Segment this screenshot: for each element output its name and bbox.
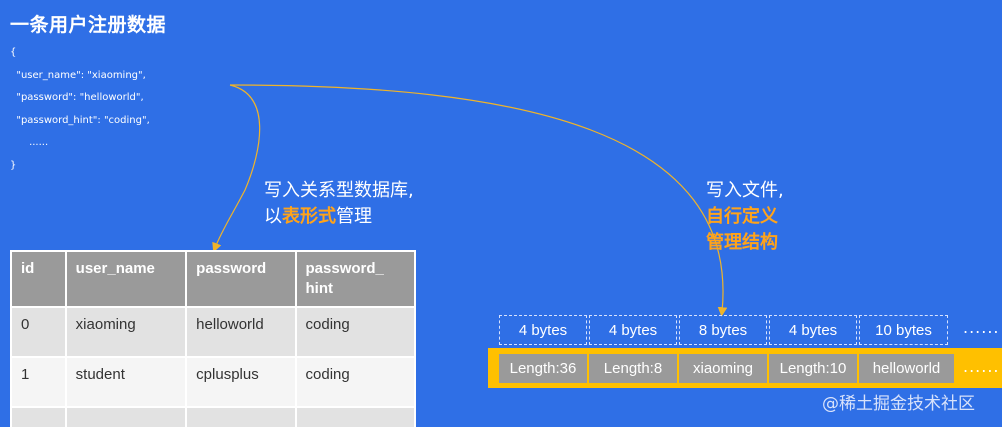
json-line: ......	[10, 137, 49, 148]
annotation-line: 写入关系型数据库,	[264, 180, 414, 201]
table-cell: ......	[185, 406, 297, 427]
record-cell: Length:36	[499, 354, 587, 383]
file-record-cells: Length:36 Length:8 xiaoming Length:10 he…	[499, 354, 956, 383]
record-cell: xiaoming	[679, 354, 767, 383]
annotation-highlight: 表形式	[282, 206, 336, 227]
column-header: password	[185, 250, 297, 308]
table-cell: ......	[10, 406, 67, 427]
json-sample: { "user_name": "xiaoming", "password": "…	[10, 42, 150, 177]
annotation-highlight: 管理结构	[706, 232, 778, 253]
json-line: }	[10, 159, 17, 171]
byte-size-label: 8 bytes	[679, 315, 767, 345]
column-header: id	[10, 250, 67, 308]
byte-size-more: ......	[963, 318, 1000, 337]
annotation-text: 管理	[336, 206, 372, 227]
table-cell: student	[64, 356, 188, 408]
byte-size-label: 4 bytes	[499, 315, 587, 345]
record-cell: Length:8	[589, 354, 677, 383]
table-cell: 0	[10, 306, 67, 358]
column-header: password_ hint	[294, 250, 417, 308]
table-cell: ......	[294, 406, 417, 427]
byte-size-label: 4 bytes	[589, 315, 677, 345]
record-cell: Length:10	[769, 354, 857, 383]
json-line: "password": "helloworld",	[10, 92, 144, 103]
byte-size-label: 4 bytes	[769, 315, 857, 345]
table-cell: helloworld	[185, 306, 297, 358]
column-header: user_name	[64, 250, 188, 308]
annotation-text: 以	[264, 206, 282, 227]
arrow-to-table	[212, 84, 261, 253]
page-title: 一条用户注册数据	[10, 14, 167, 36]
table-cell: xiaoming	[64, 306, 188, 358]
table-cell: coding	[294, 306, 417, 358]
table-cell: 1	[10, 356, 67, 408]
relational-db-annotation: 写入关系型数据库, 以表形式管理	[264, 178, 414, 230]
table-row: 0 xiaoming helloworld coding	[10, 306, 417, 358]
annotation-highlight: 自行定义	[706, 206, 778, 227]
table-row: 1 student cplusplus coding	[10, 356, 417, 408]
json-line: {	[10, 47, 17, 58]
record-cell: helloworld	[859, 354, 954, 383]
table-cell: coding	[294, 356, 417, 408]
record-more: ......	[963, 357, 1000, 376]
table-cell: ......	[64, 406, 188, 427]
file-annotation: 写入文件, 自行定义 管理结构	[706, 178, 784, 256]
byte-size-row: 4 bytes 4 bytes 8 bytes 4 bytes 10 bytes	[499, 315, 950, 345]
json-line: "user_name": "xiaoming",	[10, 69, 146, 81]
table-cell: cplusplus	[185, 356, 297, 408]
json-line: "password_hint": "coding",	[10, 114, 150, 126]
watermark: @稀土掘金技术社区	[822, 394, 975, 414]
user-table: id user_name password password_ hint 0 xi…	[10, 250, 417, 427]
byte-size-label: 10 bytes	[859, 315, 948, 345]
table-row: ...... ...... ...... ......	[10, 406, 417, 427]
annotation-line: 以表形式管理	[264, 204, 414, 230]
annotation-line: 写入文件,	[706, 180, 784, 201]
table-header-row: id user_name password password_ hint	[10, 250, 417, 308]
